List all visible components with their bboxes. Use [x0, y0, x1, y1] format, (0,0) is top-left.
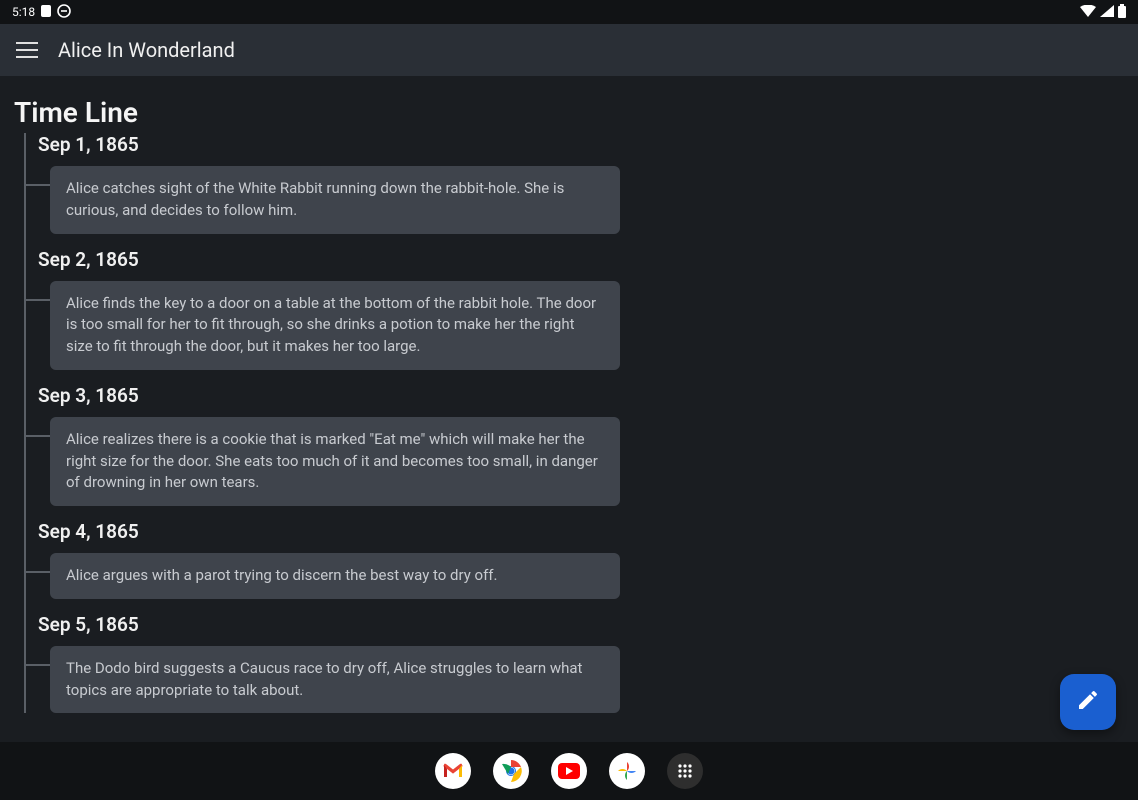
- nav-chrome-icon[interactable]: [493, 753, 529, 789]
- status-card-icon: [41, 5, 51, 20]
- timeline-date: Sep 5, 1865: [38, 613, 1124, 636]
- status-bar: 5:18: [0, 0, 1138, 24]
- menu-icon[interactable]: [16, 42, 38, 58]
- app-title: Alice In Wonderland: [58, 38, 235, 62]
- nav-bar: [0, 742, 1138, 800]
- timeline-entry: Sep 1, 1865 Alice catches sight of the Wh…: [32, 133, 1124, 234]
- timeline-card[interactable]: Alice realizes there is a cookie that is…: [50, 417, 620, 506]
- battery-icon: [1118, 4, 1126, 21]
- status-dnd-icon: [57, 4, 71, 21]
- timeline-date: Sep 1, 1865: [38, 133, 1124, 156]
- content-area: Time Line Sep 1, 1865 Alice catches sight…: [0, 76, 1138, 713]
- pencil-icon: [1076, 688, 1100, 716]
- nav-youtube-icon[interactable]: [551, 753, 587, 789]
- nav-gmail-icon[interactable]: [435, 753, 471, 789]
- status-time: 5:18: [12, 5, 35, 19]
- page-title: Time Line: [14, 96, 1124, 129]
- timeline-entry: Sep 4, 1865 Alice argues with a parot try…: [32, 520, 1124, 599]
- timeline-entry: Sep 3, 1865 Alice realizes there is a coo…: [32, 384, 1124, 506]
- timeline-date: Sep 4, 1865: [38, 520, 1124, 543]
- signal-icon: [1100, 5, 1114, 20]
- edit-fab[interactable]: [1060, 674, 1116, 730]
- timeline-card[interactable]: Alice finds the key to a door on a table…: [50, 281, 620, 370]
- app-bar: Alice In Wonderland: [0, 24, 1138, 76]
- wifi-icon: [1080, 5, 1096, 20]
- nav-photos-icon[interactable]: [609, 753, 645, 789]
- timeline-card[interactable]: Alice argues with a parot trying to disc…: [50, 553, 620, 599]
- timeline-entry: Sep 5, 1865 The Dodo bird suggests a Cauc…: [32, 613, 1124, 714]
- timeline-card[interactable]: The Dodo bird suggests a Caucus race to …: [50, 646, 620, 714]
- timeline-entry: Sep 2, 1865 Alice finds the key to a door…: [32, 248, 1124, 370]
- timeline-card[interactable]: Alice catches sight of the White Rabbit …: [50, 166, 620, 234]
- timeline: Sep 1, 1865 Alice catches sight of the Wh…: [14, 133, 1124, 713]
- nav-apps-icon[interactable]: [667, 753, 703, 789]
- timeline-date: Sep 2, 1865: [38, 248, 1124, 271]
- timeline-date: Sep 3, 1865: [38, 384, 1124, 407]
